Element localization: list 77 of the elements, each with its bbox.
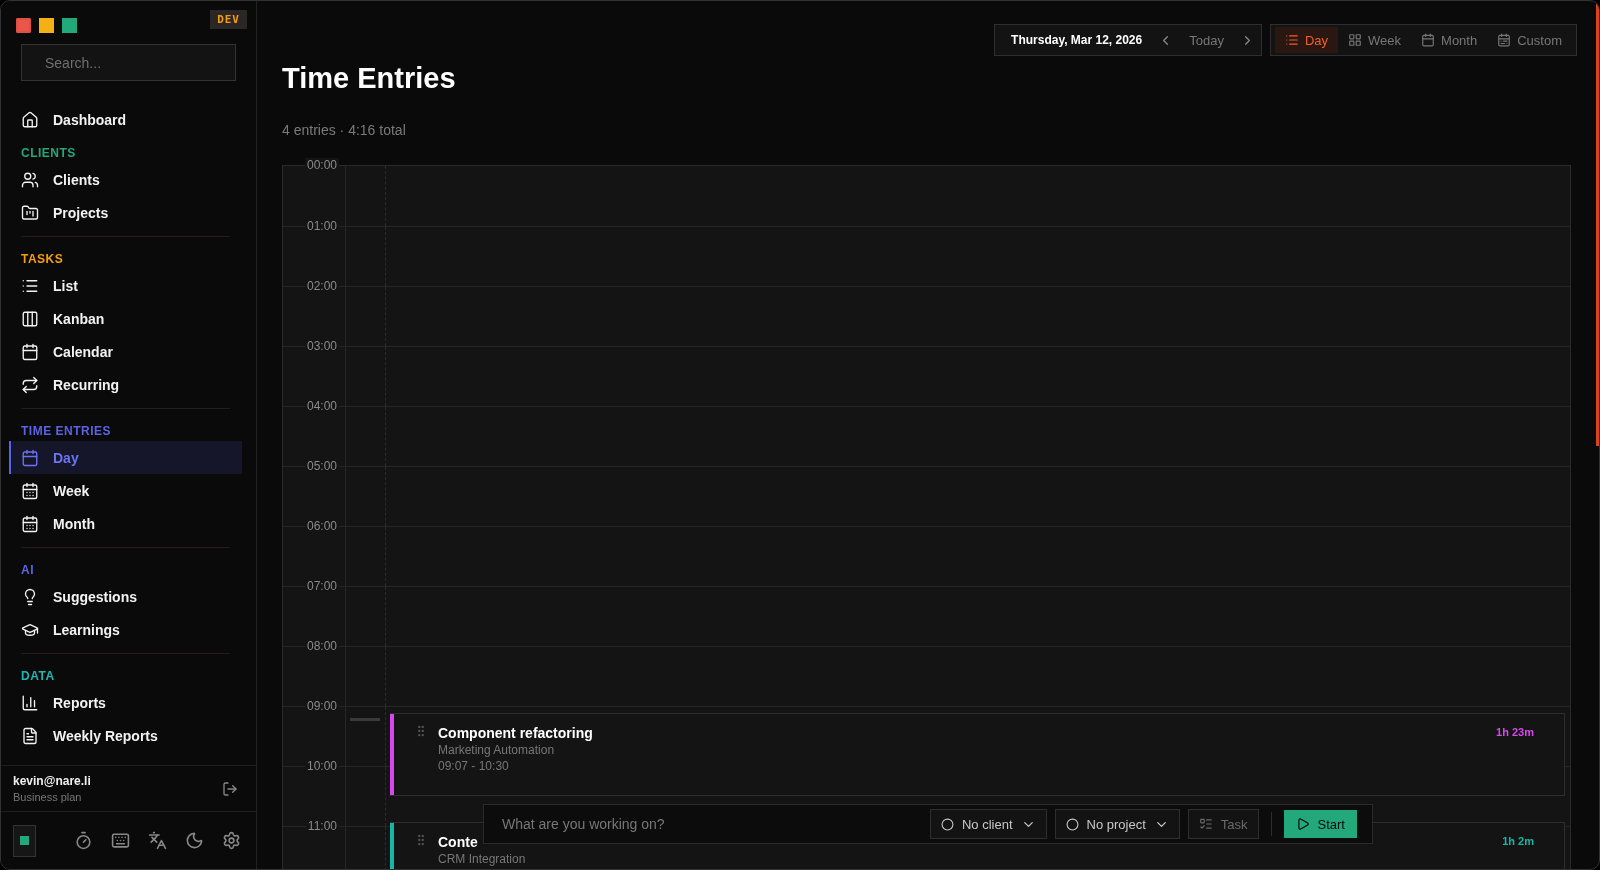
hour-label: 02:00 <box>304 279 339 293</box>
bar-chart-icon <box>21 693 39 712</box>
entry-title: Component refactoring <box>438 724 594 742</box>
calendar-icon <box>21 514 39 533</box>
translate-icon[interactable] <box>146 829 169 852</box>
section-heading: AI <box>20 562 35 579</box>
plan-label: Business plan <box>13 791 83 803</box>
hour-label: 04:00 <box>304 399 339 413</box>
entry-project: CRM Integration <box>438 851 527 867</box>
section-heading: DATA <box>20 668 56 685</box>
calendar-icon <box>21 481 39 500</box>
checklist-icon <box>1198 817 1213 831</box>
grid-icon <box>1348 33 1363 47</box>
circle-icon <box>940 817 954 831</box>
nav-item[interactable]: Dashboard <box>9 103 242 136</box>
nav-item[interactable]: Weekly Reports <box>9 719 242 752</box>
house-icon <box>21 110 39 129</box>
client-dropdown[interactable]: No client <box>929 809 1047 839</box>
view-tab[interactable]: Custom <box>1487 27 1572 53</box>
repeat-icon <box>21 375 39 394</box>
hour-label: 06:00 <box>304 519 339 533</box>
users-icon <box>21 170 39 189</box>
nav-item[interactable]: Week <box>9 474 242 507</box>
hour-label: 07:00 <box>304 579 339 593</box>
hour-label: 09:00 <box>304 699 339 713</box>
hour-label: 08:00 <box>304 639 339 653</box>
circle-icon <box>1065 817 1079 831</box>
nav-item[interactable]: List <box>9 269 242 302</box>
nav-item[interactable]: Calendar <box>9 335 242 368</box>
calendar-icon <box>1497 33 1512 47</box>
hour-label: 11:00 <box>305 819 339 833</box>
play-icon <box>1295 817 1310 831</box>
hour-label: 10:00 <box>304 759 339 773</box>
hour-label: 01:00 <box>304 219 339 233</box>
entry-project: Marketing Automation <box>438 742 556 758</box>
search-box[interactable]: Search... <box>21 44 236 81</box>
search-field[interactable]: Search... <box>43 53 228 72</box>
section-heading: TIME ENTRIES <box>20 423 112 440</box>
document-icon <box>21 726 39 745</box>
list-icon <box>1284 33 1299 47</box>
page-title: Time Entries <box>282 62 457 95</box>
hour-label: 03:00 <box>304 339 339 353</box>
account-email: kevin@nare.li <box>13 774 91 788</box>
nav-item[interactable]: Day <box>9 441 242 474</box>
hour-label: 05:00 <box>304 459 339 473</box>
nav-item[interactable]: Month <box>9 507 242 540</box>
time-marker <box>350 718 380 721</box>
today-button[interactable]: Today <box>1175 32 1238 48</box>
entry-duration: 1h 2m <box>1502 835 1534 849</box>
section-heading: TASKS <box>20 251 65 268</box>
nav-item[interactable]: Suggestions <box>9 580 242 613</box>
entry-time: 09:07 - 10:30 <box>438 758 510 774</box>
entries-summary: 4 entries · 4:16 total <box>282 122 407 138</box>
hour-label: 00:00 <box>304 158 339 172</box>
entry-title: Conte <box>438 833 479 851</box>
nav-item[interactable]: Recurring <box>9 368 242 401</box>
start-button[interactable]: Start <box>1283 810 1357 838</box>
view-tab[interactable]: Month <box>1411 27 1488 53</box>
nav-item[interactable]: Projects <box>9 196 242 229</box>
section-heading: CLIENTS <box>20 145 77 162</box>
folder-icon <box>21 203 39 222</box>
nav-item[interactable]: Clients <box>9 163 242 196</box>
view-tab[interactable]: Week <box>1338 27 1412 53</box>
columns-icon <box>21 309 39 328</box>
nav-item[interactable]: Kanban <box>9 302 242 335</box>
calendar-icon <box>21 342 39 361</box>
environment-badge: DEV <box>210 10 247 29</box>
entry-duration: 1h 23m <box>1496 726 1534 740</box>
view-tab[interactable]: Day <box>1274 27 1339 53</box>
project-dropdown[interactable]: No project <box>1054 809 1180 839</box>
time-entry[interactable]: Component refactoring Marketing Automation 09:07 - 10:30 1h 23m <box>390 713 1565 796</box>
nav-item[interactable]: Learnings <box>9 613 242 646</box>
stop-button[interactable] <box>13 824 36 857</box>
calendar-icon <box>1421 33 1436 47</box>
nav-item[interactable]: Reports <box>9 686 242 719</box>
current-date: Thursday, Mar 12, 2026 <box>1010 33 1144 47</box>
calendar-icon <box>21 448 39 467</box>
